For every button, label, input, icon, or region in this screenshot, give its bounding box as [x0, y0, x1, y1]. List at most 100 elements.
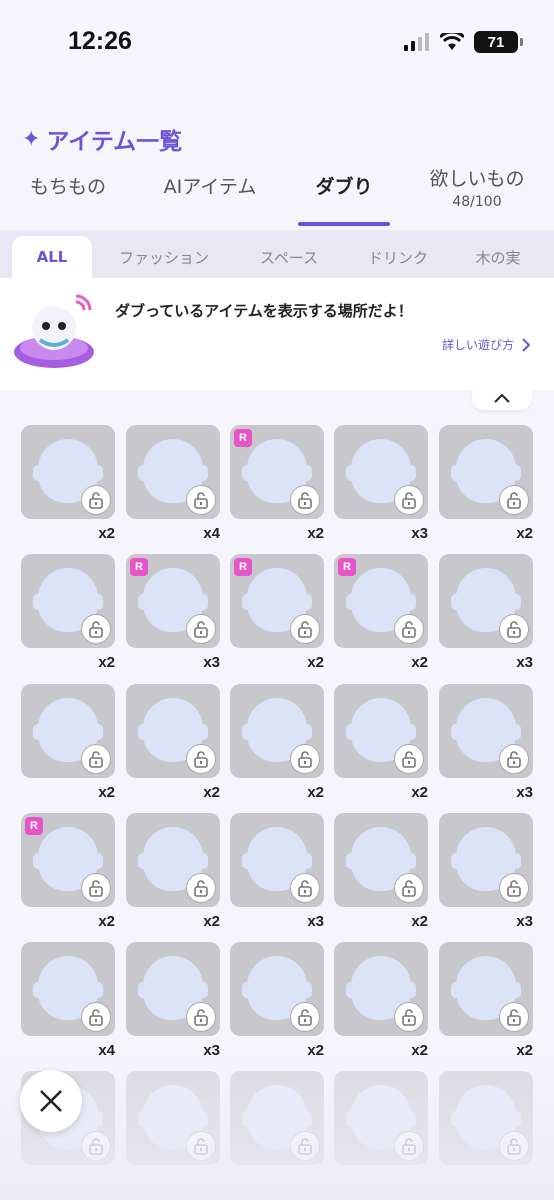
- item-count: x3: [516, 913, 533, 930]
- item-count: x2: [307, 525, 324, 542]
- grid-item[interactable]: Rx3: [126, 554, 220, 674]
- grid-item[interactable]: x2: [126, 813, 220, 933]
- unlock-icon[interactable]: [499, 485, 529, 515]
- grid-item[interactable]: Rx2: [230, 554, 324, 674]
- collapse-button[interactable]: [472, 386, 532, 410]
- unlock-icon[interactable]: [499, 614, 529, 644]
- battery-icon: 71: [474, 31, 523, 53]
- grid-item[interactable]: x4: [126, 425, 220, 545]
- unlock-icon[interactable]: [81, 1002, 111, 1032]
- unlock-icon[interactable]: [499, 873, 529, 903]
- grid-item[interactable]: x2: [230, 942, 324, 1062]
- category-nuts[interactable]: 木の実: [460, 236, 536, 278]
- unlock-icon[interactable]: [186, 1002, 216, 1032]
- info-banner: ダブっているアイテムを表示する場所だよ！ 詳しい遊び方: [0, 278, 554, 390]
- grid-item[interactable]: x2: [334, 942, 428, 1062]
- purple-boots-icon: [439, 813, 533, 907]
- sparkle-effect-icon: R: [126, 554, 220, 648]
- item-count: x4: [203, 525, 220, 542]
- category-fashion[interactable]: ファッション: [104, 236, 224, 278]
- unlock-icon[interactable]: [81, 485, 111, 515]
- rare-badge: R: [234, 429, 252, 447]
- stickers-icon: [439, 425, 533, 519]
- grid-item[interactable]: Rx2: [21, 813, 115, 933]
- mascot-icon: [14, 294, 94, 368]
- unlock-icon[interactable]: [499, 1002, 529, 1032]
- sparkle-icon: ✦: [22, 126, 41, 152]
- face-blush-icon: [21, 425, 115, 519]
- pattern-bg-icon: [334, 425, 428, 519]
- grid-item[interactable]: x2: [439, 942, 533, 1062]
- unlock-icon[interactable]: [290, 744, 320, 774]
- grid-item[interactable]: x2: [334, 684, 428, 804]
- grid-item[interactable]: x2: [334, 813, 428, 933]
- item-count: x3: [307, 913, 324, 930]
- yellow-jacket-icon: R: [21, 813, 115, 907]
- grid-item[interactable]: x2: [230, 684, 324, 804]
- unlock-icon[interactable]: [81, 744, 111, 774]
- item-count: x3: [411, 525, 428, 542]
- chevron-up-icon: [494, 393, 510, 403]
- category-drink[interactable]: ドリンク: [352, 236, 444, 278]
- grid-item[interactable]: Rx2: [334, 554, 428, 674]
- item-count: x2: [98, 654, 115, 671]
- hair-clip-icon: [21, 942, 115, 1036]
- black-shorts-icon: [230, 813, 324, 907]
- unlock-icon[interactable]: [81, 873, 111, 903]
- unlock-icon[interactable]: [394, 744, 424, 774]
- grid-item[interactable]: x3: [230, 813, 324, 933]
- rare-badge: R: [234, 558, 252, 576]
- status-time: 12:26: [68, 27, 132, 55]
- item-count: x2: [98, 525, 115, 542]
- tab-duplicates[interactable]: ダブり: [298, 174, 390, 230]
- grid-item[interactable]: x2: [21, 554, 115, 674]
- grid-item[interactable]: x4: [21, 942, 115, 1062]
- unlock-icon[interactable]: [290, 1002, 320, 1032]
- unlock-icon[interactable]: [186, 744, 216, 774]
- grid-item[interactable]: x3: [439, 813, 533, 933]
- tab-label: 欲しいもの: [429, 168, 525, 190]
- status-icons: 71: [404, 31, 523, 53]
- unlock-icon[interactable]: [394, 485, 424, 515]
- tab-bar: もちもの AIアイテム ダブり 欲しいもの 48/100: [0, 168, 554, 230]
- unlock-icon[interactable]: [81, 614, 111, 644]
- item-count: x2: [411, 654, 428, 671]
- grid-item[interactable]: x3: [439, 684, 533, 804]
- tab-mochimono[interactable]: もちもの: [18, 174, 118, 230]
- grid-item[interactable]: x2: [439, 425, 533, 545]
- unlock-icon[interactable]: [186, 614, 216, 644]
- unlock-icon[interactable]: [290, 485, 320, 515]
- grid-item[interactable]: x2: [126, 684, 220, 804]
- blue-cap-icon: R: [334, 554, 428, 648]
- item-count: x2: [307, 784, 324, 801]
- pink-headband-icon: [126, 425, 220, 519]
- unlock-icon[interactable]: [499, 744, 529, 774]
- item-count: x2: [98, 913, 115, 930]
- unlock-icon[interactable]: [290, 614, 320, 644]
- unlock-icon[interactable]: [394, 1002, 424, 1032]
- how-to-play-link[interactable]: 詳しい遊び方: [442, 336, 530, 353]
- item-count: x3: [516, 654, 533, 671]
- grid-item[interactable]: x2: [21, 425, 115, 545]
- grid-item[interactable]: x3: [126, 942, 220, 1062]
- unlock-icon[interactable]: [290, 873, 320, 903]
- unlock-icon[interactable]: [186, 873, 216, 903]
- unlock-icon[interactable]: [394, 614, 424, 644]
- grid-item[interactable]: x3: [334, 425, 428, 545]
- unlock-icon[interactable]: [394, 873, 424, 903]
- grid-item[interactable]: Rx2: [230, 425, 324, 545]
- close-button[interactable]: [20, 1070, 82, 1132]
- close-icon: [40, 1090, 62, 1112]
- tab-ai-items[interactable]: AIアイテム: [150, 174, 270, 230]
- category-all[interactable]: ALL: [12, 236, 92, 278]
- rare-badge: R: [130, 558, 148, 576]
- unlock-icon[interactable]: [186, 485, 216, 515]
- tab-wishlist[interactable]: 欲しいもの 48/100: [418, 166, 536, 222]
- grid-item[interactable]: x2: [21, 684, 115, 804]
- item-count: x2: [203, 913, 220, 930]
- item-count: x2: [411, 784, 428, 801]
- grid-item[interactable]: x3: [439, 554, 533, 674]
- status-bar: 12:26 71: [0, 0, 554, 84]
- category-space[interactable]: スペース: [240, 236, 338, 278]
- grey-skirt-icon: [21, 684, 115, 778]
